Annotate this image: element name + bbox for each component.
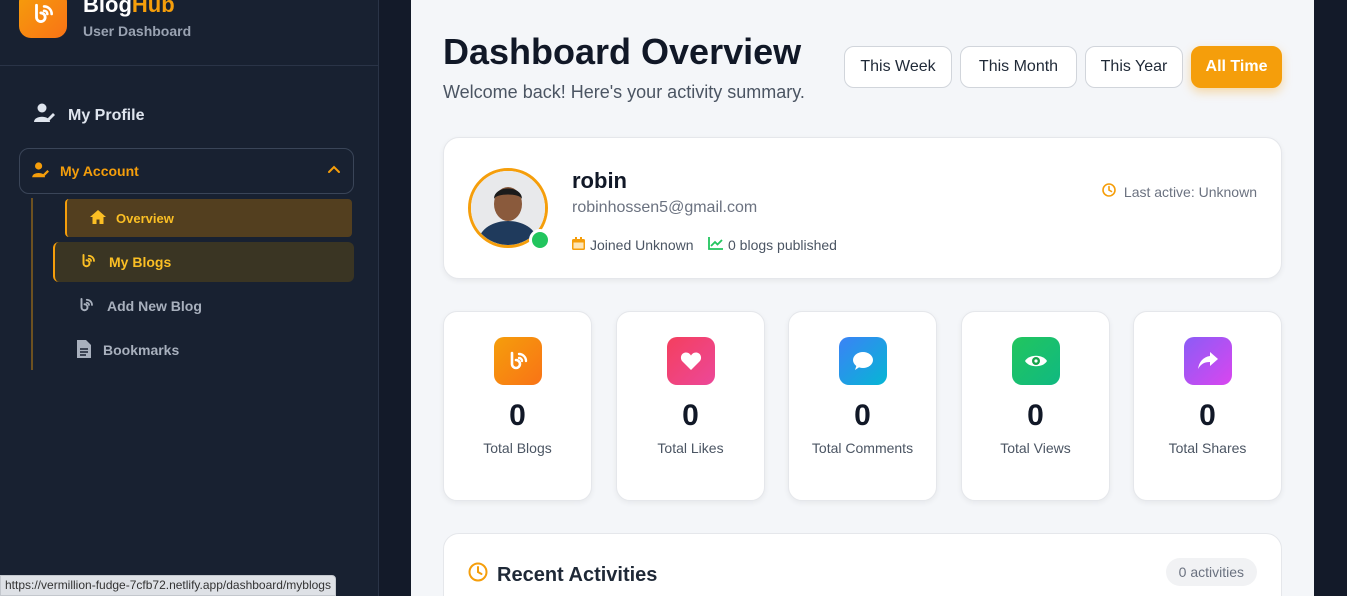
eye-icon xyxy=(1011,337,1060,385)
clock-icon xyxy=(1102,183,1116,200)
link-status-bar: https://vermillion-fudge-7cfb72.netlify.… xyxy=(0,575,336,596)
stat-label: Total Likes xyxy=(657,440,724,456)
page-subtitle: Welcome back! Here's your activity summa… xyxy=(443,82,805,102)
blog-icon xyxy=(79,252,97,273)
user-edit-icon xyxy=(34,103,56,128)
stat-card-total-likes[interactable]: 0 Total Likes xyxy=(616,311,765,501)
range-this-year-button[interactable]: This Year xyxy=(1085,46,1183,88)
profile-card: robin robinhossen5@gmail.com Joined Unkn… xyxy=(443,137,1282,279)
submenu-guide-line xyxy=(31,198,33,370)
blog-icon xyxy=(493,337,542,385)
sidebar-item-label: My Account xyxy=(60,163,139,179)
online-status-indicator xyxy=(529,229,551,251)
share-icon xyxy=(1183,337,1232,385)
sidebar-item-my-account[interactable]: My Account xyxy=(19,148,354,194)
stat-value: 0 xyxy=(854,399,871,432)
sidebar: BlogHub User Dashboard My Profile My Acc… xyxy=(0,0,379,596)
window-edge xyxy=(1314,0,1347,596)
chart-line-icon xyxy=(708,237,723,253)
stat-card-total-views[interactable]: 0 Total Views xyxy=(961,311,1110,501)
user-edit-icon xyxy=(32,161,50,181)
brand-subtitle: User Dashboard xyxy=(83,23,192,39)
user-email: robinhossen5@gmail.com xyxy=(572,199,758,216)
stat-label: Total Shares xyxy=(1168,440,1247,456)
activities-count-badge: 0 activities xyxy=(1165,558,1257,586)
sidebar-item-overview[interactable]: Overview xyxy=(65,199,352,237)
stat-card-total-shares[interactable]: 0 Total Shares xyxy=(1133,311,1282,501)
comment-icon xyxy=(838,337,887,385)
clock-icon xyxy=(468,562,488,588)
main-content: Dashboard Overview Welcome back! Here's … xyxy=(411,0,1314,596)
sidebar-item-my-profile[interactable]: My Profile xyxy=(34,103,144,128)
stat-value: 0 xyxy=(1199,399,1216,432)
recent-activities-card: Recent Activities 0 activities xyxy=(443,533,1282,596)
chevron-up-icon[interactable] xyxy=(327,163,341,180)
sidebar-item-label: Add New Blog xyxy=(107,298,202,314)
recent-activities-title: Recent Activities xyxy=(468,562,657,588)
stat-value: 0 xyxy=(509,399,526,432)
range-this-week-button[interactable]: This Week xyxy=(844,46,952,88)
blog-logo-icon xyxy=(19,0,67,38)
stat-value: 0 xyxy=(682,399,699,432)
document-icon xyxy=(77,339,91,361)
range-all-time-button[interactable]: All Time xyxy=(1191,46,1282,88)
sidebar-divider xyxy=(0,65,379,66)
page-title: Dashboard Overview xyxy=(443,31,802,72)
joined-date: Joined Unknown xyxy=(572,237,694,253)
sidebar-item-label: Overview xyxy=(116,210,174,226)
blogs-published-count: 0 blogs published xyxy=(708,237,837,253)
sidebar-item-label: My Profile xyxy=(68,106,145,124)
blog-icon xyxy=(77,296,95,317)
stat-label: Total Blogs xyxy=(483,440,552,456)
stat-label: Total Views xyxy=(1000,440,1071,456)
stat-card-total-comments[interactable]: 0 Total Comments xyxy=(788,311,937,501)
user-name: robin xyxy=(572,168,627,193)
range-this-month-button[interactable]: This Month xyxy=(960,46,1077,88)
stat-card-total-blogs[interactable]: 0 Total Blogs xyxy=(443,311,592,501)
home-icon xyxy=(90,209,106,227)
heart-icon xyxy=(666,337,715,385)
last-active: Last active: Unknown xyxy=(1102,183,1257,200)
calendar-icon xyxy=(572,237,585,253)
sidebar-item-my-blogs[interactable]: My Blogs xyxy=(53,242,354,282)
brand-name: BlogHub xyxy=(83,0,175,17)
sidebar-item-add-new-blog[interactable]: Add New Blog xyxy=(53,286,354,326)
stat-label: Total Comments xyxy=(811,440,914,456)
stat-value: 0 xyxy=(1027,399,1044,432)
sidebar-item-label: Bookmarks xyxy=(103,342,180,358)
sidebar-item-label: My Blogs xyxy=(109,254,172,270)
sidebar-item-bookmarks[interactable]: Bookmarks xyxy=(53,330,354,370)
